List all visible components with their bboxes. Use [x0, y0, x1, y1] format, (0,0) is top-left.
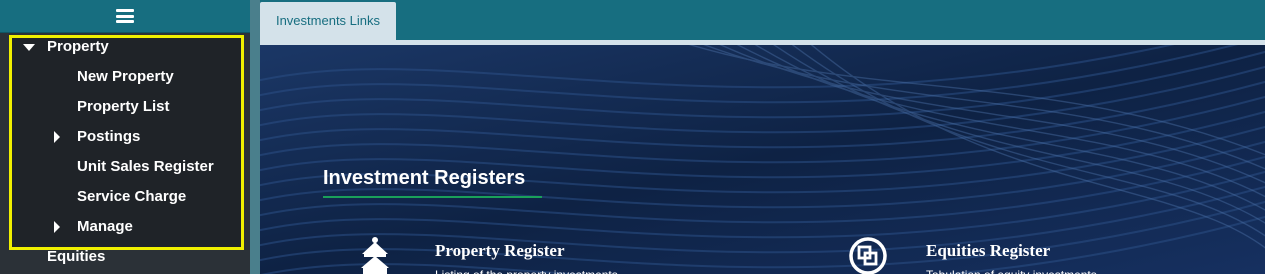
section-title-underline — [323, 196, 542, 198]
caret-down-icon — [23, 44, 35, 51]
menu-toggle-button[interactable] — [0, 0, 250, 33]
sidebar-item-label: Unit Sales Register — [77, 158, 214, 175]
hero-banner — [260, 45, 1265, 274]
card-desc-property-register: Listing of the property investments — [435, 268, 618, 274]
sidebar-item-service-charge[interactable]: Service Charge — [0, 182, 250, 212]
sidebar-item-label: Property — [47, 38, 109, 55]
section-title: Investment Registers — [323, 167, 526, 189]
hamburger-menu-icon — [116, 9, 134, 23]
caret-right-icon — [54, 221, 60, 233]
sidebar-item-postings[interactable]: Postings — [0, 122, 250, 152]
equities-icon — [849, 237, 887, 274]
sidebar-item-label: Manage — [77, 218, 133, 235]
card-title-property-register[interactable]: Property Register — [435, 241, 565, 261]
sidebar: Property New Property Property List Post… — [0, 0, 250, 274]
tab-bar: Investments Links — [260, 0, 1265, 40]
sidebar-item-manage[interactable]: Manage — [0, 212, 250, 242]
wave-pattern-background — [260, 45, 1265, 274]
caret-right-icon — [54, 131, 60, 143]
sidebar-item-label: Property List — [77, 98, 170, 115]
card-desc-equities-register: Tabulation of equity investments — [926, 268, 1097, 274]
sidebar-item-property[interactable]: Property — [0, 32, 250, 62]
sidebar-splitter[interactable] — [250, 0, 260, 274]
sidebar-item-equities[interactable]: Equities — [0, 242, 250, 272]
sidebar-item-label: New Property — [77, 68, 174, 85]
sidebar-item-label: Postings — [77, 128, 141, 145]
sidebar-item-new-property[interactable]: New Property — [0, 62, 250, 92]
sidebar-item-label: Equities — [47, 248, 106, 265]
sidebar-item-property-list[interactable]: Property List — [0, 92, 250, 122]
sidebar-item-unit-sales-register[interactable]: Unit Sales Register — [0, 152, 250, 182]
card-title-equities-register[interactable]: Equities Register — [926, 241, 1050, 261]
building-icon — [361, 237, 389, 274]
sidebar-item-label: Service Charge — [77, 188, 187, 205]
tab-investments-links[interactable]: Investments Links — [260, 2, 396, 40]
